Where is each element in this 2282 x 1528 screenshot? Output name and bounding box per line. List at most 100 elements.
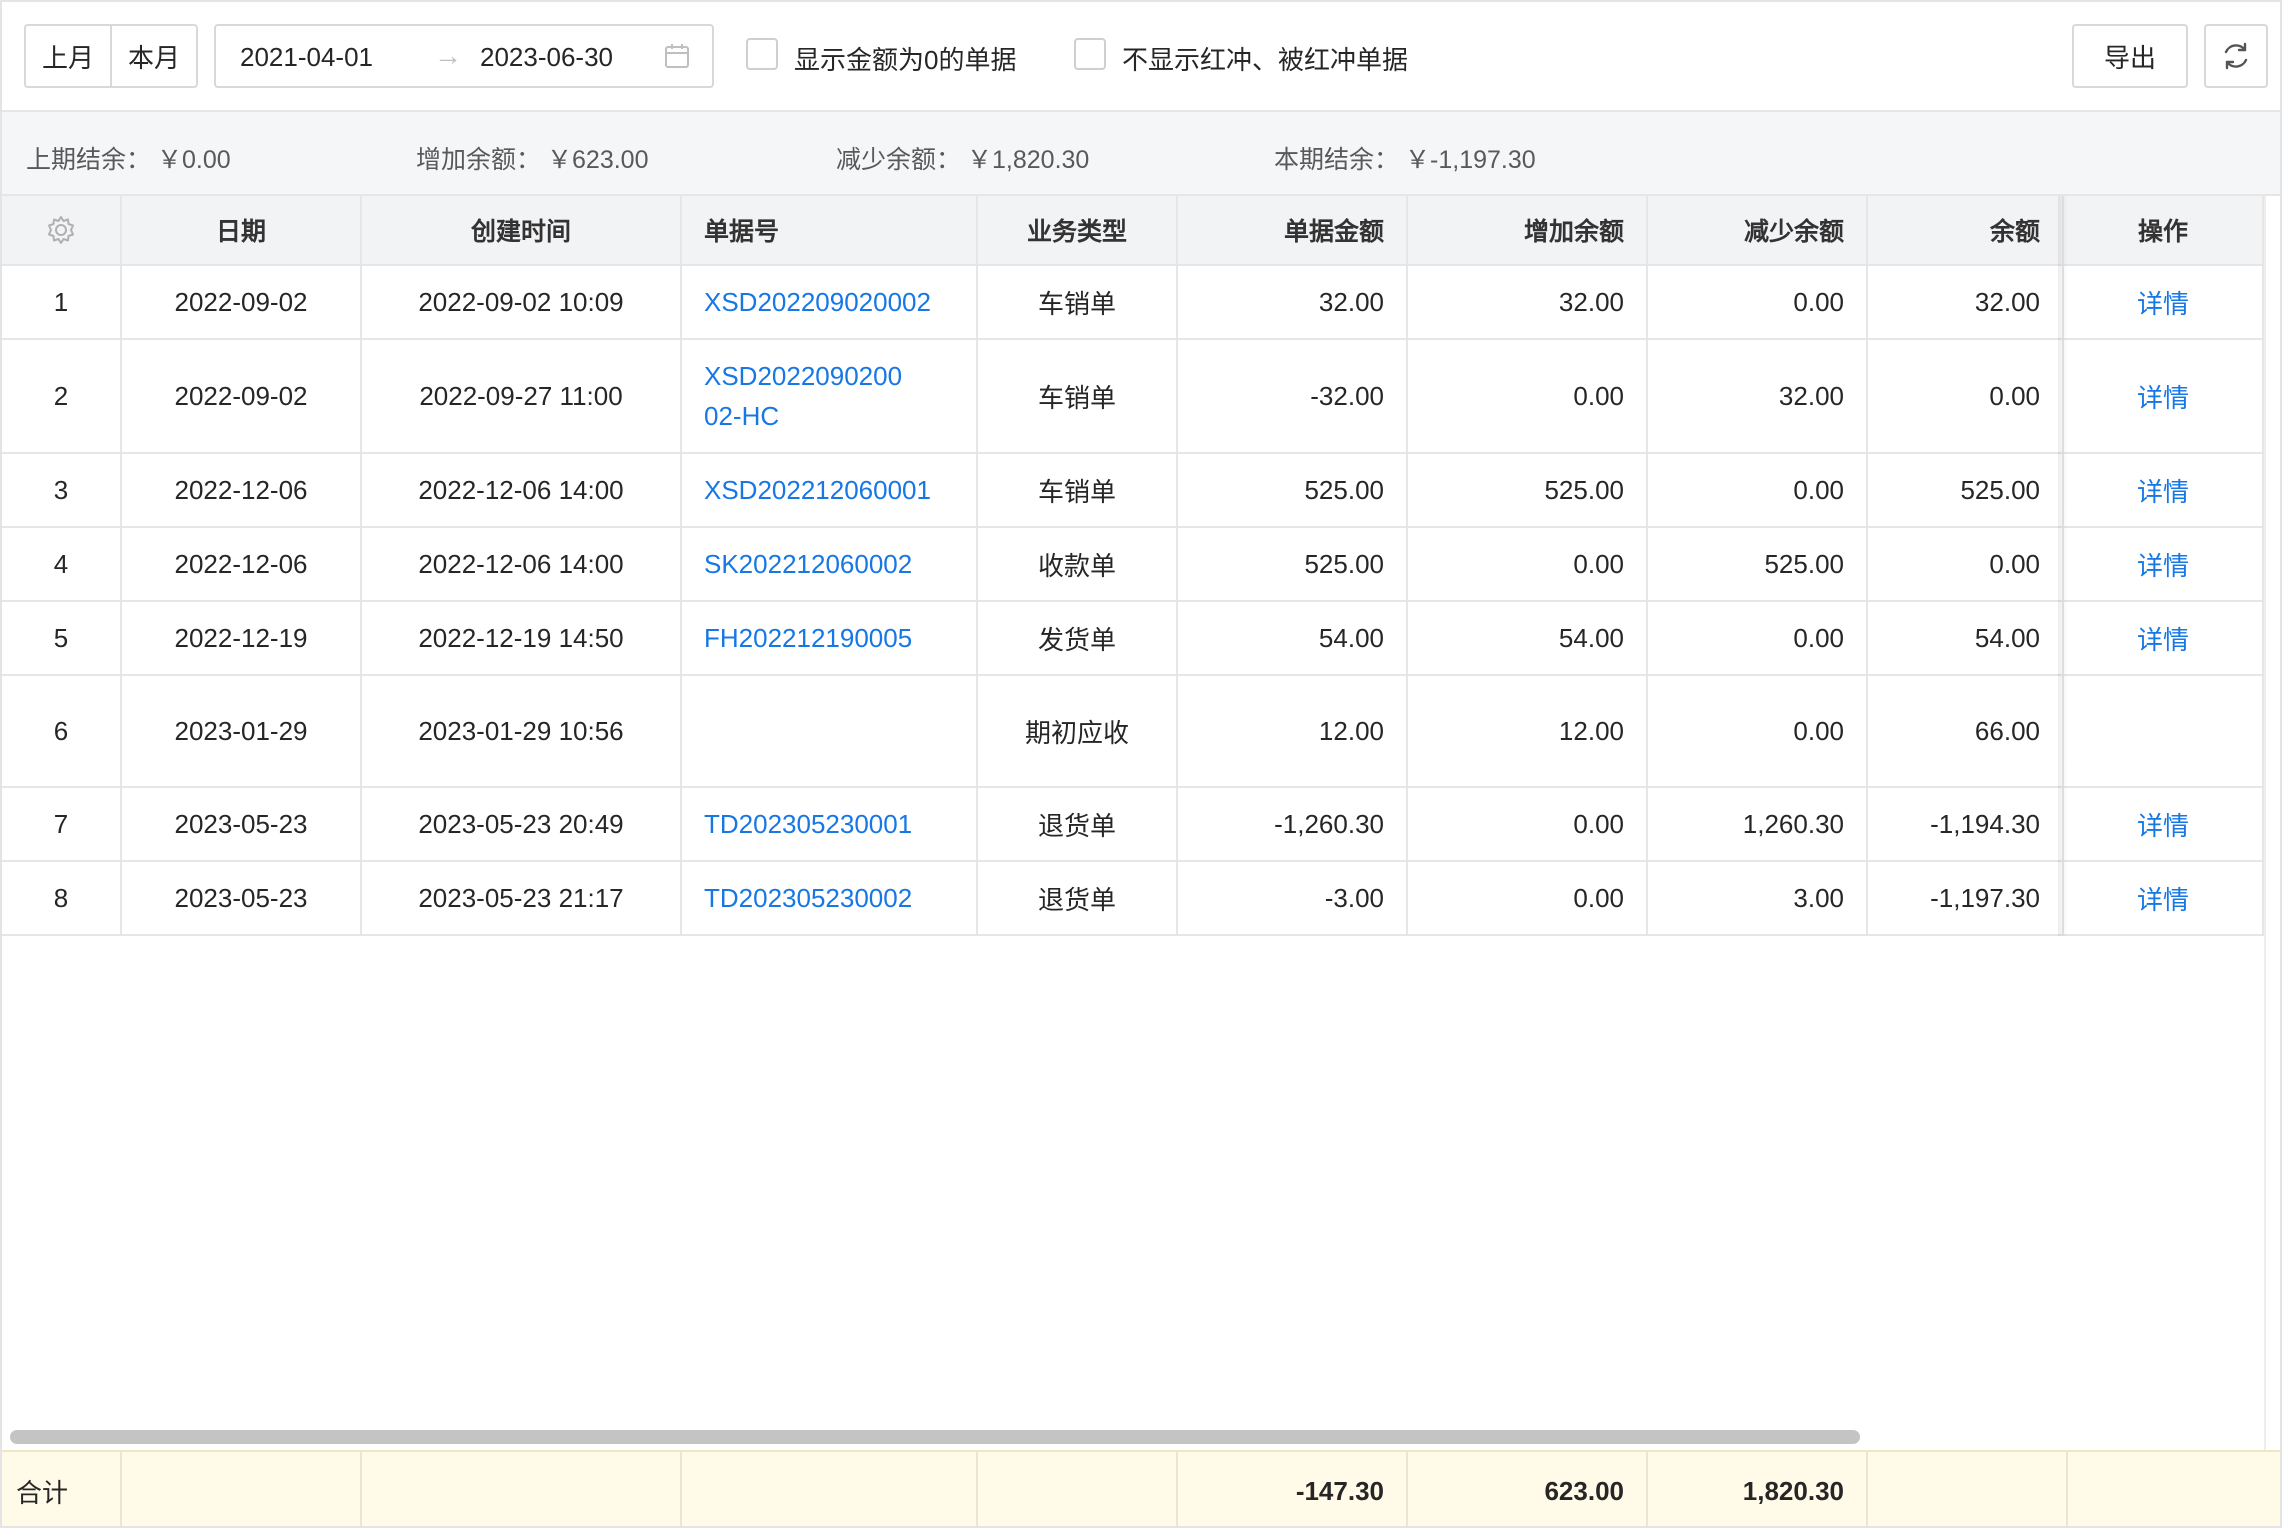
row-increase: 525.00: [1408, 454, 1648, 526]
detail-link[interactable]: 详情: [2137, 284, 2189, 321]
row-increase: 54.00: [1408, 602, 1648, 674]
row-amount: -1,260.30: [1178, 788, 1408, 860]
doc-no-link[interactable]: XSD202209020002: [704, 287, 931, 318]
header-increase[interactable]: 增加余额: [1408, 196, 1648, 264]
header-business-type[interactable]: 业务类型: [978, 196, 1178, 264]
row-created-time: 2022-12-06 14:00: [362, 454, 682, 526]
date-start-input[interactable]: 2021-04-01: [240, 42, 373, 73]
row-increase: 0.00: [1408, 788, 1648, 860]
doc-no-link[interactable]: XSD202212060001: [704, 475, 931, 506]
detail-link[interactable]: 详情: [2137, 378, 2189, 415]
current-balance-value: ￥-1,197.30: [1405, 146, 1536, 174]
totals-label: 合计: [2, 1452, 122, 1526]
gear-icon[interactable]: [45, 214, 77, 246]
horizontal-scroll-thumb[interactable]: [10, 1430, 1860, 1444]
row-date: 2023-05-23: [122, 788, 362, 860]
row-business-type: 车销单: [978, 340, 1178, 452]
row-balance: 0.00: [1868, 340, 2064, 452]
row-index: 4: [2, 528, 122, 600]
row-balance: 54.00: [1868, 602, 2064, 674]
doc-no-link[interactable]: FH202212190005: [704, 623, 912, 654]
detail-link[interactable]: 详情: [2137, 620, 2189, 657]
row-amount: 32.00: [1178, 266, 1408, 338]
row-index: 6: [2, 676, 122, 786]
row-business-type: 退货单: [978, 862, 1178, 934]
totals-empty-cell: [362, 1452, 682, 1526]
increase-balance-value: ￥623.00: [547, 146, 649, 174]
row-balance: -1,194.30: [1868, 788, 2064, 860]
hide-red-label[interactable]: 不显示红冲、被红冲单据: [1122, 40, 1408, 77]
row-created-time: 2022-09-02 10:09: [362, 266, 682, 338]
horizontal-scrollbar[interactable]: [6, 1426, 2262, 1448]
row-amount: 525.00: [1178, 528, 1408, 600]
row-created-time: 2022-09-27 11:00: [362, 340, 682, 452]
totals-empty-cell: [1868, 1452, 2068, 1526]
row-increase: 0.00: [1408, 340, 1648, 452]
row-balance: 66.00: [1868, 676, 2064, 786]
row-business-type: 车销单: [978, 454, 1178, 526]
detail-link[interactable]: 详情: [2137, 472, 2189, 509]
hide-red-checkbox[interactable]: [1074, 38, 1106, 70]
current-balance-label: 本期结余：: [1274, 146, 1400, 174]
row-decrease: 32.00: [1648, 340, 1868, 452]
refresh-button[interactable]: [2204, 24, 2268, 88]
show-zero-checkbox[interactable]: [746, 38, 778, 70]
row-decrease: 0.00: [1648, 676, 1868, 786]
row-index: 2: [2, 340, 122, 452]
decrease-balance-label: 减少余额：: [836, 146, 962, 174]
row-doc-no-empty: [682, 676, 978, 786]
row-created-time: 2022-12-06 14:00: [362, 528, 682, 600]
show-zero-label[interactable]: 显示金额为0的单据: [794, 40, 1016, 77]
row-created-time: 2023-05-23 20:49: [362, 788, 682, 860]
doc-no-link[interactable]: TD202305230002: [704, 883, 912, 914]
detail-link[interactable]: 详情: [2137, 806, 2189, 843]
row-business-type: 发货单: [978, 602, 1178, 674]
header-amount[interactable]: 单据金额: [1178, 196, 1408, 264]
prev-balance-label: 上期结余：: [26, 146, 152, 174]
header-balance[interactable]: 余额: [1868, 196, 2064, 264]
range-arrow-icon: →: [434, 40, 462, 71]
table-header: 日期 创建时间 单据号 业务类型 单据金额 增加余额 减少余额 余额 操作: [2, 196, 2264, 266]
current-balance: 本期结余： ￥-1,197.30: [1274, 140, 1536, 176]
row-amount: 12.00: [1178, 676, 1408, 786]
row-decrease: 525.00: [1648, 528, 1868, 600]
row-date: 2022-09-02: [122, 340, 362, 452]
doc-no-link[interactable]: XSD202209020002-HC: [704, 356, 904, 436]
prev-balance-value: ￥0.00: [157, 146, 231, 174]
totals-empty-cell: [122, 1452, 362, 1526]
refresh-icon: [2224, 42, 2248, 70]
row-date: 2022-12-06: [122, 454, 362, 526]
header-action: 操作: [2064, 196, 2264, 264]
balance-summary: 上期结余： ￥0.00 增加余额： ￥623.00 减少余额： ￥1,820.30 本…: [2, 112, 2280, 196]
this-month-button[interactable]: 本月: [110, 24, 198, 88]
row-decrease: 3.00: [1648, 862, 1868, 934]
calendar-icon[interactable]: [664, 42, 690, 70]
table-row: 3 2022-12-06 2022-12-06 14:00 XSD2022120…: [2, 454, 2264, 528]
header-decrease[interactable]: 减少余额: [1648, 196, 1868, 264]
vertical-scroll-track[interactable]: [2264, 196, 2280, 1450]
detail-link[interactable]: 详情: [2137, 546, 2189, 583]
date-range-picker[interactable]: 2021-04-01 → 2023-06-30: [214, 24, 714, 88]
last-month-button[interactable]: 上月: [24, 24, 112, 88]
row-business-type: 退货单: [978, 788, 1178, 860]
table-row: 2 2022-09-02 2022-09-27 11:00 XSD2022090…: [2, 340, 2264, 454]
header-created-time[interactable]: 创建时间: [362, 196, 682, 264]
row-increase: 0.00: [1408, 528, 1648, 600]
doc-no-link[interactable]: TD202305230001: [704, 809, 912, 840]
row-amount: -3.00: [1178, 862, 1408, 934]
export-button[interactable]: 导出: [2072, 24, 2188, 88]
column-settings-cell[interactable]: [2, 196, 122, 264]
doc-no-link[interactable]: SK202212060002: [704, 549, 912, 580]
row-increase: 32.00: [1408, 266, 1648, 338]
row-amount: 54.00: [1178, 602, 1408, 674]
table-row: 1 2022-09-02 2022-09-02 10:09 XSD2022090…: [2, 266, 2264, 340]
row-increase: 0.00: [1408, 862, 1648, 934]
date-end-input[interactable]: 2023-06-30: [480, 42, 613, 73]
row-balance: -1,197.30: [1868, 862, 2064, 934]
row-created-time: 2023-01-29 10:56: [362, 676, 682, 786]
header-date[interactable]: 日期: [122, 196, 362, 264]
decrease-balance-value: ￥1,820.30: [967, 146, 1090, 174]
header-doc-no[interactable]: 单据号: [682, 196, 978, 264]
totals-row: 合计 -147.30 623.00 1,820.30: [2, 1450, 2280, 1526]
detail-link[interactable]: 详情: [2137, 880, 2189, 917]
